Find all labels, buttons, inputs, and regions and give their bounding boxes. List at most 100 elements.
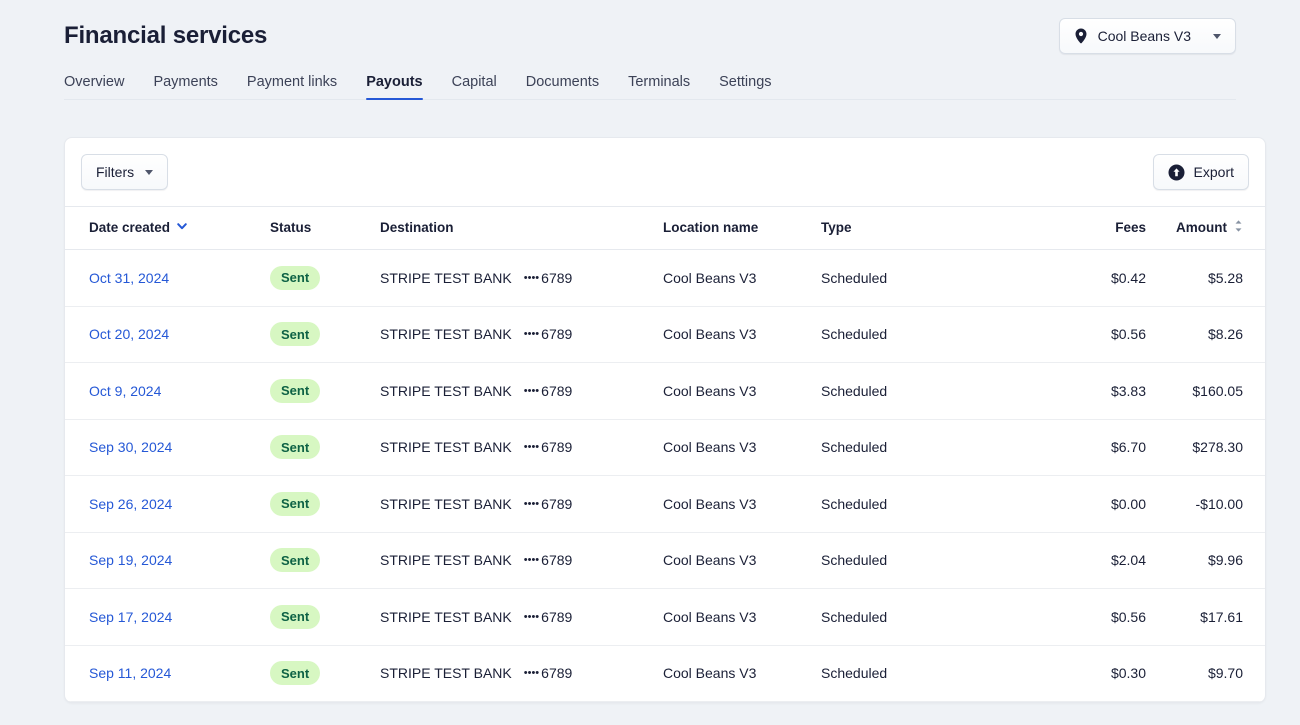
cell-amount: $9.96: [1146, 532, 1266, 589]
cell-fees: $0.42: [1026, 250, 1146, 307]
destination-bank-name: STRIPE TEST BANK: [380, 665, 512, 681]
cell-type: Scheduled: [821, 306, 1026, 363]
status-badge: Sent: [270, 379, 320, 403]
sort-updown-icon: [1234, 219, 1243, 236]
table-row[interactable]: Oct 20, 2024SentSTRIPE TEST BANK••••6789…: [65, 306, 1266, 363]
tab-settings[interactable]: Settings: [719, 74, 771, 99]
column-header-date-created-label: Date created: [89, 220, 170, 235]
cell-date-created[interactable]: Sep 26, 2024: [65, 476, 270, 533]
cell-destination: STRIPE TEST BANK••••6789: [380, 250, 663, 307]
column-header-fees[interactable]: Fees: [1026, 207, 1146, 250]
table-row[interactable]: Sep 17, 2024SentSTRIPE TEST BANK••••6789…: [65, 589, 1266, 646]
column-header-status[interactable]: Status: [270, 207, 380, 250]
cell-destination: STRIPE TEST BANK••••6789: [380, 363, 663, 420]
cell-fees: $3.83: [1026, 363, 1146, 420]
account-mask-dots: ••••: [524, 328, 539, 340]
column-header-amount[interactable]: Amount: [1146, 207, 1266, 250]
payout-date-link[interactable]: Sep 26, 2024: [89, 496, 172, 512]
chevron-down-icon: [1213, 34, 1221, 39]
column-header-destination-label: Destination: [380, 220, 454, 235]
table-row[interactable]: Sep 11, 2024SentSTRIPE TEST BANK••••6789…: [65, 645, 1266, 702]
cell-amount: $8.26: [1146, 306, 1266, 363]
column-header-type[interactable]: Type: [821, 207, 1026, 250]
table-row[interactable]: Oct 31, 2024 SentSTRIPE TEST BANK••••6789…: [65, 250, 1266, 307]
cell-date-created[interactable]: Sep 11, 2024: [65, 645, 270, 702]
tab-payments[interactable]: Payments: [153, 74, 217, 99]
cell-status: Sent: [270, 532, 380, 589]
status-badge: Sent: [270, 661, 320, 685]
cell-amount: $278.30: [1146, 419, 1266, 476]
status-badge: Sent: [270, 548, 320, 572]
destination-bank-name: STRIPE TEST BANK: [380, 270, 512, 286]
table-row[interactable]: Sep 26, 2024SentSTRIPE TEST BANK••••6789…: [65, 476, 1266, 533]
tab-capital[interactable]: Capital: [452, 74, 497, 99]
column-header-date-created[interactable]: Date created: [65, 207, 270, 250]
account-mask-dots: ••••: [524, 441, 539, 453]
tab-terminals[interactable]: Terminals: [628, 74, 690, 99]
cell-type: Scheduled: [821, 589, 1026, 646]
table-header-row: Date created Status Destination Locati: [65, 207, 1266, 250]
page-title: Financial services: [64, 22, 267, 50]
account-mask-dots: ••••: [524, 385, 539, 397]
payout-date-link[interactable]: Oct 20, 2024: [89, 326, 169, 342]
cell-date-created[interactable]: Sep 19, 2024: [65, 532, 270, 589]
table-row[interactable]: Sep 19, 2024 Sent STRIPE TEST BANK••••6789…: [65, 532, 1266, 589]
account-mask-dots: ••••: [524, 611, 539, 623]
destination-bank-name: STRIPE TEST BANK: [380, 552, 512, 568]
payout-date-link[interactable]: Sep 11, 2024: [89, 665, 171, 681]
cell-date-created[interactable]: Oct 31, 2024: [65, 250, 270, 307]
table-toolbar: Filters Export: [65, 138, 1265, 206]
cell-status: Sent: [270, 589, 380, 646]
payout-date-link[interactable]: Sep 19, 2024: [89, 552, 172, 568]
cell-date-created[interactable]: Oct 9, 2024: [65, 363, 270, 420]
tab-payment-links[interactable]: Payment links: [247, 74, 337, 99]
cell-amount: $160.05: [1146, 363, 1266, 420]
column-header-location-name[interactable]: Location name: [663, 207, 821, 250]
cell-amount: $17.61: [1146, 589, 1266, 646]
cell-fees: $2.04: [1026, 532, 1146, 589]
payout-date-link[interactable]: Sep 17, 2024: [89, 609, 172, 625]
cell-status: Sent: [270, 250, 380, 307]
destination-bank-name: STRIPE TEST BANK: [380, 609, 512, 625]
payouts-card: Filters Export Date created: [64, 137, 1266, 703]
tab-payouts[interactable]: Payouts: [366, 74, 422, 99]
export-button-label: Export: [1194, 164, 1234, 180]
account-selector-button[interactable]: Cool Beans V3: [1059, 18, 1236, 54]
tab-bar[interactable]: Overview Payments Payment links Payouts Capi…: [64, 74, 1236, 100]
cell-location-name: Cool Beans V3: [663, 645, 821, 702]
table-row[interactable]: Oct 9, 2024SentSTRIPE TEST BANK••••6789C…: [65, 363, 1266, 420]
cell-destination: STRIPE TEST BANK••••6789: [380, 532, 663, 589]
table-body: Oct 31, 2024SentSTRIPE TEST BANK••••6789…: [65, 250, 1266, 702]
payout-date-link[interactable]: Oct 9, 2024: [89, 383, 161, 399]
cell-status: Sent: [270, 645, 380, 702]
account-last4: 6789: [541, 496, 572, 512]
payout-date-link[interactable]: Oct 31, 2024: [89, 270, 169, 286]
cell-date-created[interactable]: Sep 17, 2024: [65, 589, 270, 646]
status-badge: Sent: [270, 435, 320, 459]
filters-button[interactable]: Filters: [81, 154, 168, 190]
cell-fees: $0.56: [1026, 589, 1146, 646]
table-head: Date created Status Destination Locati: [65, 207, 1266, 250]
column-header-type-label: Type: [821, 220, 852, 235]
payout-date-link[interactable]: Sep 30, 2024: [89, 439, 172, 455]
cell-date-created[interactable]: Sep 30, 2024: [65, 419, 270, 476]
filters-button-label: Filters: [96, 164, 134, 180]
tab-documents[interactable]: Documents: [526, 74, 599, 99]
cell-destination: STRIPE TEST BANK••••6789: [380, 306, 663, 363]
table-row[interactable]: Sep 30, 2024SentSTRIPE TEST BANK••••6789…: [65, 419, 1266, 476]
account-selector-label: Cool Beans V3: [1098, 28, 1191, 44]
column-header-destination[interactable]: Destination: [380, 207, 663, 250]
account-mask-dots: ••••: [524, 667, 539, 679]
account-last4: 6789: [541, 326, 572, 342]
cell-amount: -$10.00: [1146, 476, 1266, 533]
account-mask-dots: ••••: [524, 498, 539, 510]
header-top-row: Financial services Cool Beans V3: [64, 0, 1236, 54]
tab-overview[interactable]: Overview: [64, 74, 124, 99]
cell-location-name: Cool Beans V3: [663, 419, 821, 476]
destination-bank-name: STRIPE TEST BANK: [380, 496, 512, 512]
payouts-page: Financial services Cool Beans V3 Overvie…: [0, 0, 1300, 725]
export-button[interactable]: Export: [1153, 154, 1249, 190]
cell-fees: $6.70: [1026, 419, 1146, 476]
payouts-table: Date created Status Destination Locati: [65, 206, 1266, 702]
cell-date-created[interactable]: Oct 20, 2024: [65, 306, 270, 363]
